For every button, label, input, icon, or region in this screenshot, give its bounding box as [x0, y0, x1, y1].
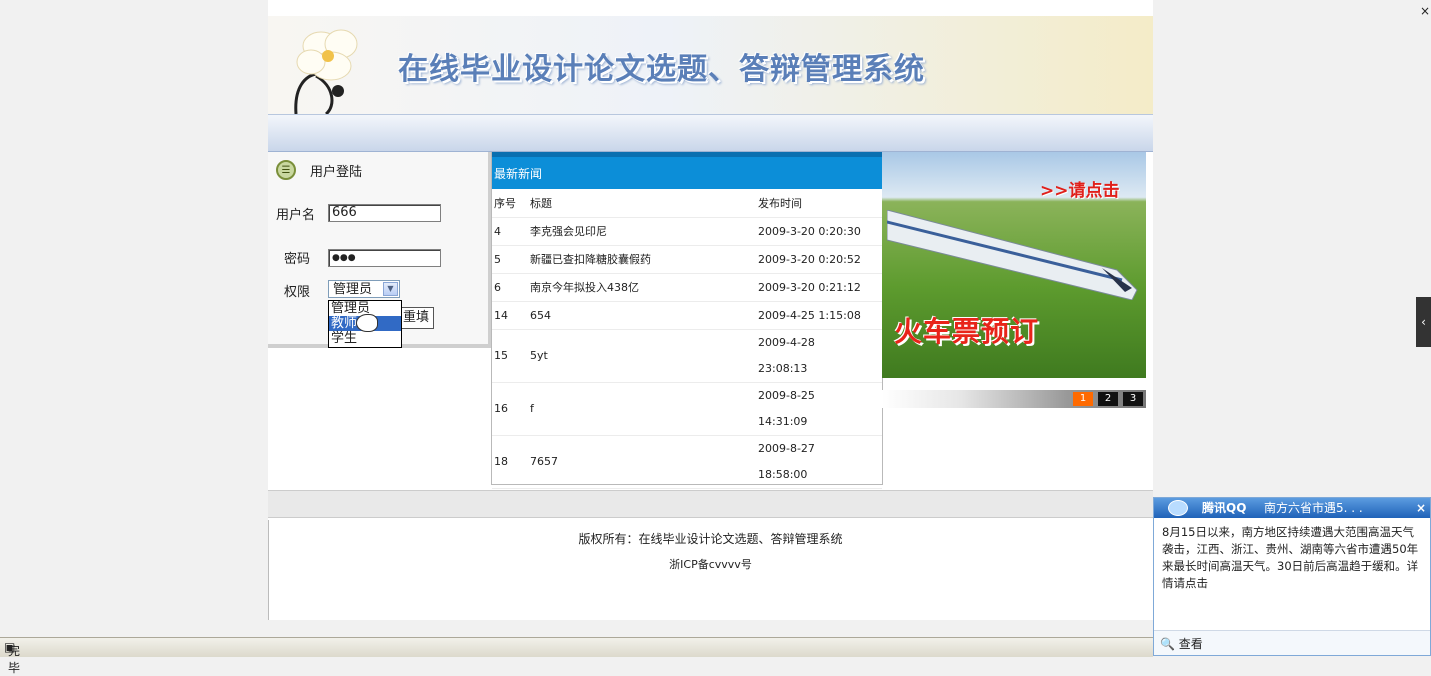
- row-title-link[interactable]: 654: [528, 301, 756, 330]
- row-title-link[interactable]: 7657: [528, 435, 756, 489]
- status-bar: ▣ 完毕: [0, 637, 1153, 675]
- row-id: 15: [492, 329, 528, 383]
- login-panel: ☰ 用户登陆 用户名 666 密码 ●●● 权限 管理员 ▼ 重填 管理员 教师…: [268, 152, 492, 348]
- news-header: 最新新闻: [492, 152, 882, 189]
- promo-caption: 火车票预订: [894, 315, 1040, 348]
- nav-bar: [268, 114, 1153, 152]
- table-row[interactable]: 18 7657 2009-8-27 18:58:00: [492, 435, 882, 489]
- reset-button[interactable]: 重填: [398, 307, 434, 329]
- status-label: 完毕: [8, 644, 21, 675]
- row-date: 2009-3-20 0:20:30: [756, 217, 882, 246]
- row-id: 4: [492, 217, 528, 246]
- qq-popup-body[interactable]: 8月15日以来，南方地区持续遭遇大范围高温天气袭击，江西、浙江、贵州、湖南等六省…: [1154, 518, 1430, 630]
- pager-page-2[interactable]: 2: [1098, 392, 1118, 406]
- row-date-day: 2009-4-28: [758, 335, 815, 349]
- qq-popup-title[interactable]: 南方六省市遇5. . .: [1264, 498, 1363, 518]
- header-banner: 在线毕业设计论文选题、答辩管理系统: [268, 16, 1153, 114]
- role-label: 权限: [284, 285, 311, 300]
- row-date: 2009-8-25 14:31:09: [756, 382, 882, 436]
- row-title-link[interactable]: 新疆已查扣降糖胶囊假药: [528, 245, 756, 274]
- table-row[interactable]: 16 f 2009-8-25 14:31:09: [492, 382, 882, 436]
- banner-pager: 1 2 3: [882, 390, 1146, 408]
- row-title-link[interactable]: 南京今年拟投入438亿: [528, 273, 756, 302]
- close-icon[interactable]: ×: [1416, 498, 1426, 518]
- footer-bar: [268, 490, 1153, 518]
- chevron-down-icon[interactable]: ▼: [383, 282, 398, 296]
- page: 在线毕业设计论文选题、答辩管理系统 ☰ 用户登陆 用户名 666 密码 ●●● …: [268, 0, 1153, 620]
- pager-page-3[interactable]: 3: [1123, 392, 1143, 406]
- password-input[interactable]: ●●●: [328, 249, 441, 267]
- divider: [268, 520, 269, 620]
- table-row[interactable]: 5 新疆已查扣降糖胶囊假药 2009-3-20 0:20:52: [492, 245, 882, 274]
- qq-news-popup[interactable]: 腾讯QQ 南方六省市遇5. . . × 8月15日以来，南方地区持续遭遇大范围高…: [1153, 497, 1431, 656]
- username-input[interactable]: 666: [328, 204, 441, 222]
- row-date: 2009-8-27 18:58:00: [756, 435, 882, 489]
- table-header-row: 序号 标题 发布时间: [492, 189, 882, 218]
- col-date: 发布时间: [756, 189, 882, 218]
- row-date-day: 2009-8-27: [758, 441, 815, 455]
- row-date: 2009-4-25 1:15:08: [756, 301, 882, 330]
- login-header-icon: ☰: [276, 160, 296, 180]
- password-label: 密码: [284, 252, 311, 267]
- qq-popup-header: 腾讯QQ 南方六省市遇5. . . ×: [1154, 498, 1430, 518]
- view-label: 查看: [1178, 637, 1203, 651]
- site-title: 在线毕业设计论文选题、答辩管理系统: [398, 52, 925, 87]
- icp-text: 浙ICP备cvvvv号: [669, 558, 752, 571]
- promo-cta[interactable]: >>请点击: [1040, 176, 1120, 201]
- window-close-icon[interactable]: ×: [1420, 4, 1430, 18]
- table-row[interactable]: 14 654 2009-4-25 1:15:08: [492, 301, 882, 330]
- view-button[interactable]: 🔍 查看: [1160, 635, 1203, 652]
- row-date-day: 2009-8-25: [758, 388, 815, 402]
- hand-cursor-icon: [356, 314, 378, 332]
- row-title-link[interactable]: f: [528, 382, 756, 436]
- status-text: ▣ 完毕: [4, 640, 21, 675]
- table-row[interactable]: 6 南京今年拟投入438亿 2009-3-20 0:21:12: [492, 273, 882, 302]
- col-id: 序号: [492, 189, 528, 218]
- row-title-link[interactable]: 李克强会见印尼: [528, 217, 756, 246]
- train-ticket-banner[interactable]: >>请点击 火车票预订: [882, 152, 1146, 378]
- news-table: 序号 标题 发布时间 4 李克强会见印尼 2009-3-20 0:20:30 5…: [492, 189, 882, 489]
- row-id: 14: [492, 301, 528, 330]
- qq-logo-icon: [1168, 500, 1188, 516]
- chevron-left-icon[interactable]: ‹: [1416, 297, 1431, 347]
- qq-brand: 腾讯QQ: [1202, 501, 1247, 515]
- role-select-value: 管理员: [333, 282, 373, 297]
- login-header-label: 用户登陆: [310, 164, 363, 180]
- row-id: 16: [492, 382, 528, 436]
- news-panel: 最新新闻 序号 标题 发布时间 4 李克强会见印尼 2009-3-20 0:20…: [491, 152, 883, 489]
- col-title: 标题: [528, 189, 756, 218]
- role-option-student[interactable]: 学生: [329, 331, 401, 346]
- row-date: 2009-3-20 0:20:52: [756, 245, 882, 274]
- username-label: 用户名: [276, 208, 316, 223]
- row-id: 6: [492, 273, 528, 302]
- table-row[interactable]: 4 李克强会见印尼 2009-3-20 0:20:30: [492, 217, 882, 246]
- row-title-link[interactable]: 5yt: [528, 329, 756, 383]
- row-id: 18: [492, 435, 528, 489]
- qq-popup-footer: 🔍 查看: [1154, 630, 1430, 655]
- row-date-time: 14:31:09: [758, 414, 808, 428]
- login-header: ☰ 用户登陆: [276, 158, 362, 182]
- pager-page-1[interactable]: 1: [1073, 392, 1093, 406]
- row-date: 2009-3-20 0:21:12: [756, 273, 882, 302]
- flower-logo-icon: [294, 29, 358, 114]
- row-date-time: 18:58:00: [758, 467, 808, 481]
- row-id: 5: [492, 245, 528, 274]
- row-date: 2009-4-28 23:08:13: [756, 329, 882, 383]
- row-date-time: 23:08:13: [758, 361, 808, 375]
- table-row[interactable]: 15 5yt 2009-4-28 23:08:13: [492, 329, 882, 383]
- train-icon: [887, 210, 1138, 300]
- role-select[interactable]: 管理员 ▼: [328, 280, 400, 298]
- copyright-text: 版权所有：在线毕业设计论文选题、答辩管理系统: [578, 532, 843, 546]
